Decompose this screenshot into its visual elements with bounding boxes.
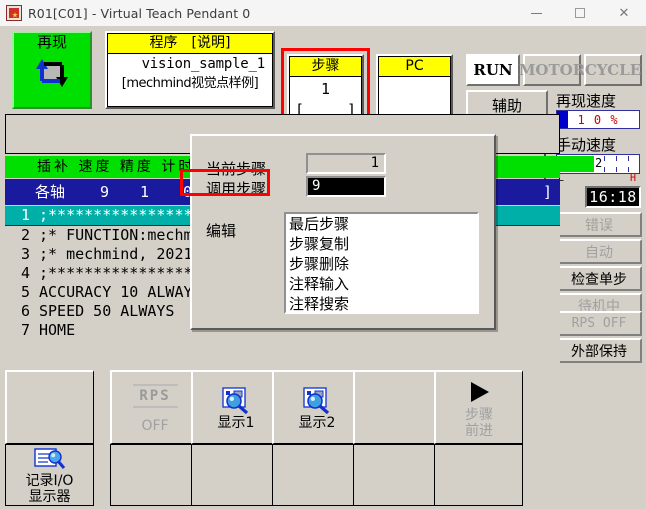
repeat-speed-value: 1 0 % (577, 112, 619, 127)
softkey-column-3: 显示1 (191, 370, 280, 506)
softkey-rps-off[interactable]: RPS OFF (110, 370, 199, 444)
softkey-column-1: 记录I/O 显示器 (5, 370, 94, 506)
edit-menu-list[interactable]: 最后步骤 步骤复制 步骤删除 注释输入 注释搜索 (284, 212, 479, 314)
softkey-rps-state: OFF (141, 417, 169, 434)
manual-speed-bar[interactable]: 2 (556, 154, 640, 174)
code-line-text: ;* mechmind, 2021 (39, 245, 193, 263)
menu-item-comment-search[interactable]: 注释搜索 (286, 294, 477, 314)
rps-lines-icon (132, 383, 178, 386)
call-step-label: 调用步骤 (206, 180, 267, 198)
menu-item-delete-step[interactable]: 步骤删除 (286, 254, 477, 274)
current-step-label: 当前步骤 (206, 160, 267, 178)
code-line-number: 5 (20, 283, 30, 301)
code-line-text: ;* FUNCTION:mechm (39, 226, 193, 244)
program-panel[interactable]: 程序 [说明] vision_sample_1 [mechmind视觉点样例] (105, 31, 275, 109)
softkey-display-2[interactable]: 显示2 (272, 370, 361, 444)
softkey-3-bottom[interactable] (191, 444, 280, 506)
status-button-auto[interactable]: 自动 (556, 239, 642, 264)
code-line-number: 1 (20, 206, 30, 224)
step-call-dialog: 当前步骤 调用步骤 编辑 1 9 最后步骤 步骤复制 步骤删除 注释输入 注释搜… (190, 134, 496, 330)
window-title: R01[C01] - Virtual Teach Pendant 0 (28, 5, 251, 21)
softkey-6-bottom[interactable] (434, 444, 523, 506)
menu-item-comment-input[interactable]: 注释输入 (286, 274, 477, 294)
softkey-io-monitor[interactable]: 记录I/O 显示器 (5, 444, 94, 506)
softkey-5-top[interactable] (353, 370, 442, 444)
code-line-text: HOME (39, 321, 76, 339)
softkey-4-bottom[interactable] (272, 444, 361, 506)
image-search-icon (301, 385, 333, 415)
code-line-number: 6 (20, 302, 30, 320)
selected-row-v2: 1 (140, 183, 150, 201)
playback-mode-button[interactable]: 再现 (12, 31, 92, 109)
softkey-bar: 记录I/O 显示器 RPS OFF 显示1 显示2 步骤 前进 (5, 370, 641, 506)
softkey-2-bottom[interactable] (110, 444, 199, 506)
selected-row-end: ] (542, 183, 552, 201)
softkey-display-1-label: 显示1 (217, 414, 255, 431)
softkey-display-1[interactable]: 显示1 (191, 370, 280, 444)
menu-item-last-step[interactable]: 最后步骤 (286, 214, 477, 234)
manual-speed-fill (558, 156, 594, 172)
softkey-rps-label: RPS (139, 387, 171, 404)
pc-panel-header: PC (379, 57, 450, 77)
menu-item-copy-step[interactable]: 步骤复制 (286, 234, 477, 254)
softkey-io-monitor-label1: 记录I/O (25, 473, 74, 489)
manual-speed-label: 手动速度 (556, 136, 617, 154)
softkey-step-forward-label1: 步骤 (465, 406, 493, 423)
call-step-input[interactable]: 9 (306, 176, 386, 197)
window-controls: ✕ (514, 0, 646, 26)
status-button-external-hold[interactable]: 外部保持 (556, 338, 642, 363)
playback-label: 再现 (36, 33, 67, 51)
repeat-speed-label: 再现速度 (556, 92, 617, 110)
status-button-check-step[interactable]: 检查单步 (556, 266, 642, 291)
code-line-number: 2 (20, 226, 30, 244)
program-panel-header: 程序 [说明] (108, 34, 272, 54)
status-button-error[interactable]: 错误 (556, 212, 642, 237)
code-line-number: 7 (20, 321, 30, 339)
play-triangle-icon (464, 377, 494, 407)
program-comment: [mechmind视觉点样例] (121, 76, 259, 91)
program-name: vision_sample_1 (141, 56, 266, 72)
run-button[interactable]: RUN (466, 54, 520, 86)
current-step-field: 1 (306, 153, 386, 174)
cycle-button[interactable]: CYCLE (584, 54, 642, 86)
code-line-number: 4 (20, 264, 30, 282)
minimize-icon[interactable] (514, 0, 558, 26)
softkey-5-bottom[interactable] (353, 444, 442, 506)
softkey-display-2-label: 显示2 (298, 414, 336, 431)
manual-speed-value: 2 (595, 156, 603, 170)
step-panel-header: 步骤 (290, 57, 361, 77)
softkey-column-5 (353, 370, 442, 506)
softkey-step-forward[interactable]: 步骤 前进 (434, 370, 523, 444)
status-button-rps-off[interactable]: RPS OFF (556, 311, 642, 336)
close-icon[interactable]: ✕ (602, 0, 646, 26)
softkey-column-2: RPS OFF (110, 370, 199, 506)
softkey-column-4: 显示2 (272, 370, 361, 506)
code-line-text: ACCURACY 10 ALWAYS (39, 283, 202, 301)
manual-speed-scale: L H (556, 173, 640, 185)
code-line-text: SPEED 50 ALWAYS (39, 302, 175, 320)
softkey-column-6: 步骤 前进 (434, 370, 523, 506)
maximize-icon[interactable] (558, 0, 602, 26)
motor-button[interactable]: MOTOR (519, 54, 585, 86)
step-panel-value: 1 (320, 80, 331, 98)
cycle-arrows-icon (30, 53, 74, 96)
app-icon (6, 5, 22, 21)
clock-display: 16:18 (585, 186, 641, 208)
image-search-icon (220, 385, 252, 415)
window-title-bar: R01[C01] - Virtual Teach Pendant 0 ✕ (0, 0, 646, 27)
softkey-io-monitor-label2: 显示器 (28, 489, 71, 505)
teach-pendant-window: R01[C01] - Virtual Teach Pendant 0 ✕ 再现 (0, 0, 646, 509)
softkey-step-forward-label2: 前进 (465, 422, 493, 439)
repeat-speed-bar[interactable]: 1 0 % (556, 110, 640, 129)
code-line-number: 3 (20, 245, 30, 263)
selected-row-name: 各轴 (35, 183, 66, 201)
selected-row-v1: 9 (100, 183, 110, 201)
softkey-1-top[interactable] (5, 370, 94, 444)
edit-label: 编辑 (206, 222, 237, 240)
pendant-body: 再现 程序 [说明] vision_sample_1 [mechmind视觉点样… (0, 26, 646, 509)
manual-speed-high: H (629, 173, 636, 184)
document-search-icon (33, 445, 67, 473)
